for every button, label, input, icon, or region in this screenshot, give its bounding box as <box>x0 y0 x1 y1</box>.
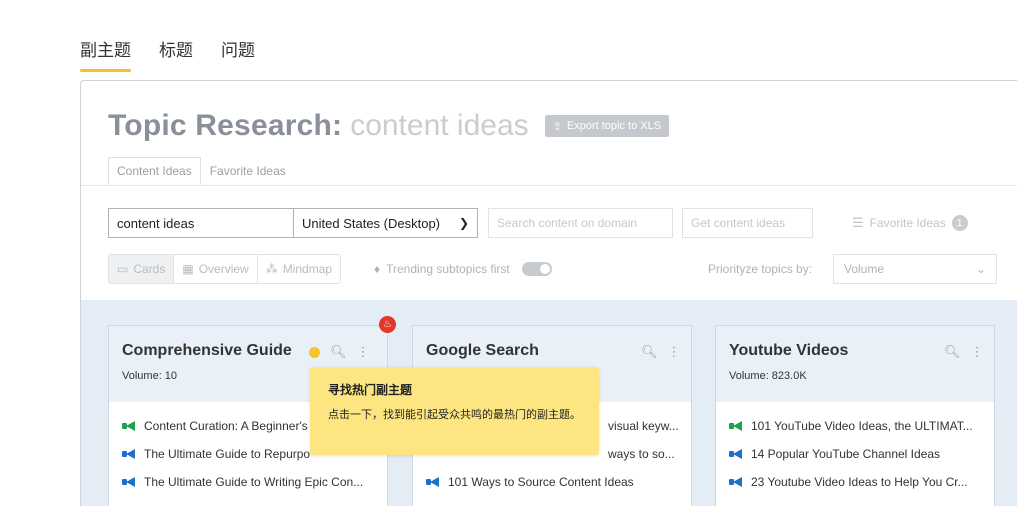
more-vertical-icon[interactable]: ⋮ <box>357 344 370 360</box>
prioritize-label: Priorityze topics by: <box>708 262 813 276</box>
favorite-count-badge: 1 <box>951 215 968 231</box>
view-mindmap-button[interactable]: ⁂ Mindmap <box>258 255 340 283</box>
upload-icon: ⇪ <box>552 120 562 133</box>
headline-text: Content Curation: A Beginner's <box>144 419 308 433</box>
list-item[interactable]: 101 YouTube Video Ideas, the ULTIMAT... <box>729 412 981 440</box>
fire-icon[interactable]: ♨ <box>379 316 396 333</box>
search-icon[interactable]: 🔍︎ <box>641 344 658 360</box>
view-cards-button[interactable]: ▭ Cards <box>109 255 175 283</box>
prioritize-value: Volume <box>844 262 885 276</box>
view-overview-label: Overview <box>198 262 249 276</box>
card-actions: 🔍︎ ⋮ <box>641 344 681 360</box>
prioritize-select[interactable]: Volume ⌄ <box>833 254 997 284</box>
list-item[interactable]: 14 Popular YouTube Channel Ideas <box>729 440 981 468</box>
tab-subtopics[interactable]: 副主题 <box>80 36 131 72</box>
tab-favorite-ideas[interactable]: Favorite Ideas <box>201 157 295 185</box>
view-cards-label: Cards <box>133 262 166 276</box>
chevron-down-icon: ❯ <box>458 216 469 230</box>
search-icon[interactable]: 🔍︎ <box>944 344 961 360</box>
favorite-ideas-button[interactable]: ☰ Favorite Ideas 1 <box>852 208 968 238</box>
headline-text: 101 Ways to Source Content Ideas <box>448 475 634 489</box>
view-mindmap-label: Mindmap <box>282 262 333 276</box>
card-actions: 🔍︎ ⋮ <box>944 344 984 360</box>
sub-tabs: Content Ideas Favorite Ideas <box>108 157 295 185</box>
domain-search-input[interactable]: Search content on domain <box>488 208 673 238</box>
trending-toggle-row: ♦ Trending subtopics first <box>374 254 552 284</box>
headline-text: ways to so... <box>608 447 675 461</box>
cards-icon: ▭ <box>117 262 129 276</box>
more-vertical-icon[interactable]: ⋮ <box>971 344 984 360</box>
topic-card[interactable]: Youtube Videos Volume: 823.0K 🔍︎ ⋮ 101 Y… <box>715 325 995 506</box>
view-overview-button[interactable]: ▦ Overview <box>174 255 258 283</box>
headline-text: 14 Popular YouTube Channel Ideas <box>751 447 941 461</box>
megaphone-icon <box>122 421 135 431</box>
export-label: Export topic to XLS <box>566 120 662 132</box>
card-header: Youtube Videos Volume: 823.0K 🔍︎ ⋮ <box>716 326 994 402</box>
headline-text: The Ultimate Guide to Writing Epic Con..… <box>144 475 364 489</box>
onboarding-tooltip: 寻找热门副主题 点击一下，找到能引起受众共鸣的最热门的副主题。 <box>310 367 599 455</box>
headline-text: 23 Youtube Video Ideas to Help You Cr... <box>751 475 968 489</box>
megaphone-icon <box>426 477 439 487</box>
card-actions: 🔍︎ ⋮ <box>309 344 370 360</box>
page-title-row: Topic Research: content ideas ⇪ Export t… <box>108 109 670 143</box>
location-select[interactable]: United States (Desktop) ❯ <box>293 208 478 238</box>
tab-questions[interactable]: 问题 <box>221 36 255 68</box>
location-value: United States (Desktop) <box>302 215 441 231</box>
megaphone-icon <box>122 449 135 459</box>
tab-content-ideas[interactable]: Content Ideas <box>108 157 201 185</box>
trending-toggle[interactable] <box>521 262 552 276</box>
list-item[interactable]: The Ultimate Guide to Writing Epic Con..… <box>122 468 374 496</box>
trending-label: Trending subtopics first <box>386 262 510 276</box>
topic-input[interactable]: content ideas <box>108 208 294 238</box>
tooltip-body: 点击一下，找到能引起受众共鸣的最热门的副主题。 <box>328 408 581 421</box>
divider <box>81 185 1017 186</box>
megaphone-icon <box>122 477 135 487</box>
search-controls: content ideas United States (Desktop) ❯ … <box>108 208 1008 238</box>
more-vertical-icon[interactable]: ⋮ <box>668 344 681 360</box>
list-item[interactable]: 23 Youtube Video Ideas to Help You Cr... <box>729 468 981 496</box>
tooltip-title: 寻找热门副主题 <box>328 383 413 397</box>
view-switcher: ▭ Cards ▦ Overview ⁂ Mindmap <box>108 254 342 284</box>
headline-text: The Ultimate Guide to Repurpo <box>144 447 311 461</box>
flame-icon: ♦ <box>374 262 381 276</box>
page-title-query: content ideas <box>350 109 529 142</box>
export-xls-button[interactable]: ⇪ Export topic to XLS <box>544 115 670 137</box>
view-controls: ▭ Cards ▦ Overview ⁂ Mindmap ♦ Trending … <box>108 254 1008 284</box>
list-icon: ☰ <box>852 215 864 230</box>
megaphone-icon <box>729 421 742 431</box>
headline-text: 101 YouTube Video Ideas, the ULTIMAT... <box>751 419 973 433</box>
mindmap-icon: ⁂ <box>265 262 278 276</box>
status-dot-icon <box>309 346 320 358</box>
list-item[interactable]: 101 Ways to Source Content Ideas <box>426 468 678 496</box>
megaphone-icon <box>729 477 742 487</box>
grid-icon: ▦ <box>182 262 194 276</box>
tab-headlines[interactable]: 标题 <box>159 36 193 68</box>
page-title: Topic Research: <box>108 109 343 142</box>
headline-text: visual keyw... <box>608 419 678 433</box>
search-icon[interactable]: 🔍︎ <box>330 344 347 360</box>
favorite-ideas-label: Favorite Ideas <box>869 216 946 230</box>
top-tabs: 副主题 标题 问题 <box>80 36 255 72</box>
chevron-down-icon: ⌄ <box>975 262 986 276</box>
card-headlines: 101 YouTube Video Ideas, the ULTIMAT... … <box>716 402 994 506</box>
card-volume: Volume: 823.0K <box>729 370 807 382</box>
megaphone-icon <box>729 449 742 459</box>
get-content-ideas-button[interactable]: Get content ideas <box>682 208 813 238</box>
